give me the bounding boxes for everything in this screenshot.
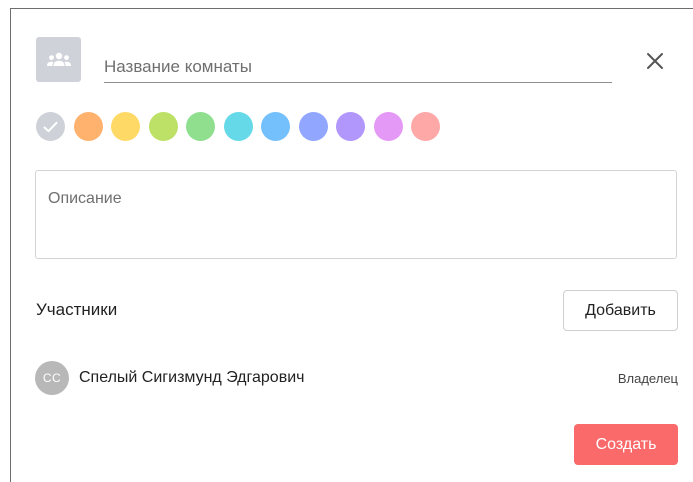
member-row: СС Спелый Сигизмунд Эдгарович Владелец (35, 361, 678, 395)
group-icon (46, 52, 71, 66)
add-member-button[interactable]: Добавить (563, 290, 678, 331)
description-field[interactable] (35, 170, 677, 259)
color-option[interactable] (411, 112, 440, 141)
close-icon (647, 53, 663, 69)
color-option[interactable] (111, 112, 140, 141)
color-option[interactable] (186, 112, 215, 141)
dialog-top-border (10, 8, 693, 9)
color-option[interactable] (148, 112, 178, 141)
member-name: Спелый Сигизмунд Эдгарович (79, 369, 305, 386)
room-avatar[interactable] (36, 37, 81, 82)
color-option-selected[interactable] (36, 112, 65, 141)
room-name-input[interactable] (104, 52, 612, 83)
member-avatar: СС (35, 361, 69, 395)
color-picker (36, 112, 440, 141)
check-icon (43, 121, 58, 132)
close-button[interactable] (642, 48, 668, 74)
color-option[interactable] (373, 112, 403, 141)
color-option[interactable] (73, 112, 103, 141)
color-option[interactable] (298, 112, 328, 141)
create-room-dialog: Участники Добавить СС Спелый Сигизмунд Э… (0, 0, 693, 482)
color-option[interactable] (261, 112, 290, 141)
color-option[interactable] (223, 112, 253, 141)
create-button[interactable]: Создать (574, 424, 678, 465)
members-heading: Участники (36, 300, 118, 319)
dialog-left-border (10, 8, 11, 482)
color-option[interactable] (336, 112, 365, 141)
member-role: Владелец (617, 371, 678, 386)
